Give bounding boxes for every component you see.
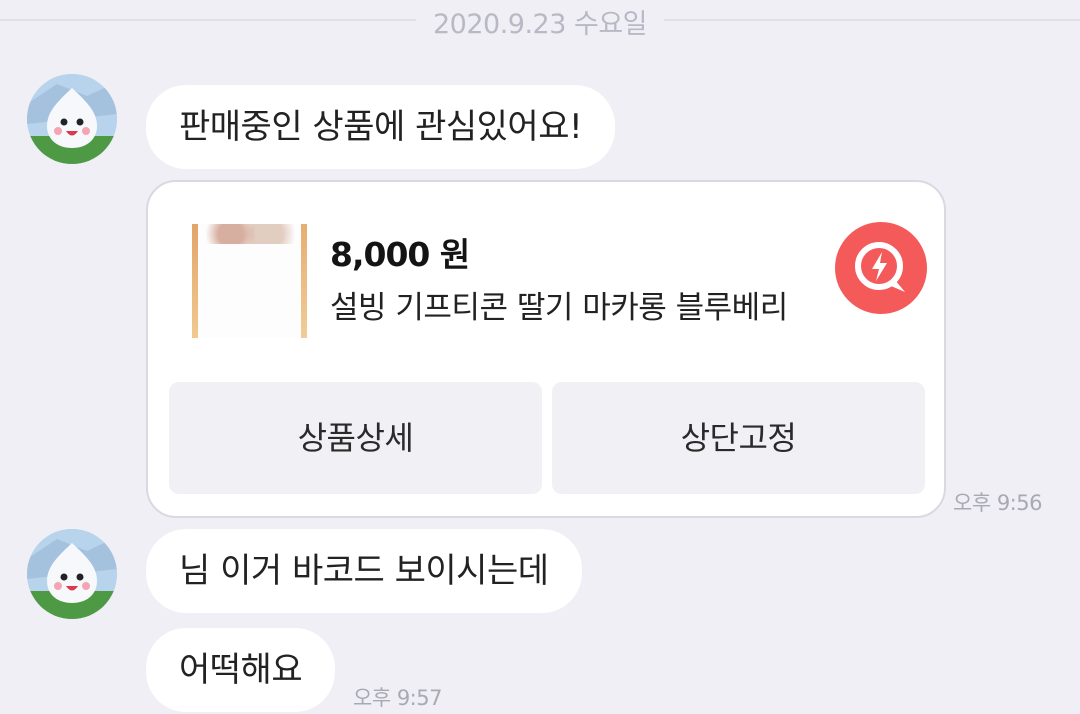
date-label: 2020.9.23 수요일 <box>432 9 648 40</box>
thumbnail-image-detail <box>204 224 294 244</box>
date-divider: 2020.9.23 수요일 <box>0 0 1080 40</box>
product-thumbnail[interactable] <box>192 224 307 338</box>
sender-avatar[interactable] <box>27 529 117 619</box>
message-bubble[interactable]: 님 이거 바코드 보이시는데 <box>146 529 582 613</box>
product-price: 8,000 원 <box>330 235 470 274</box>
divider-line-left <box>0 19 416 21</box>
message-bubble[interactable]: 판매중인 상품에 관심있어요! <box>146 85 616 169</box>
message-bubble[interactable]: 어떡해요 <box>146 628 336 712</box>
sender-avatar[interactable] <box>27 74 117 164</box>
thumbnail-edge <box>301 224 307 338</box>
product-detail-button[interactable]: 상품상세 <box>169 382 542 494</box>
mascot-avatar-icon <box>27 74 117 164</box>
thumbnail-edge <box>192 224 198 338</box>
lightning-bolt-icon[interactable] <box>835 222 927 314</box>
message-timestamp: 오후 9:56 <box>953 491 1042 515</box>
message-timestamp: 오후 9:57 <box>353 686 442 710</box>
pin-top-button[interactable]: 상단고정 <box>552 382 925 494</box>
divider-line-right <box>664 19 1080 21</box>
mascot-avatar-icon <box>27 529 117 619</box>
product-name: 설빙 기프티콘 딸기 마카롱 블루베리 <box>330 290 788 326</box>
product-card[interactable]: 8,000 원 설빙 기프티콘 딸기 마카롱 블루베리 상품상세 상단고정 <box>146 180 946 518</box>
